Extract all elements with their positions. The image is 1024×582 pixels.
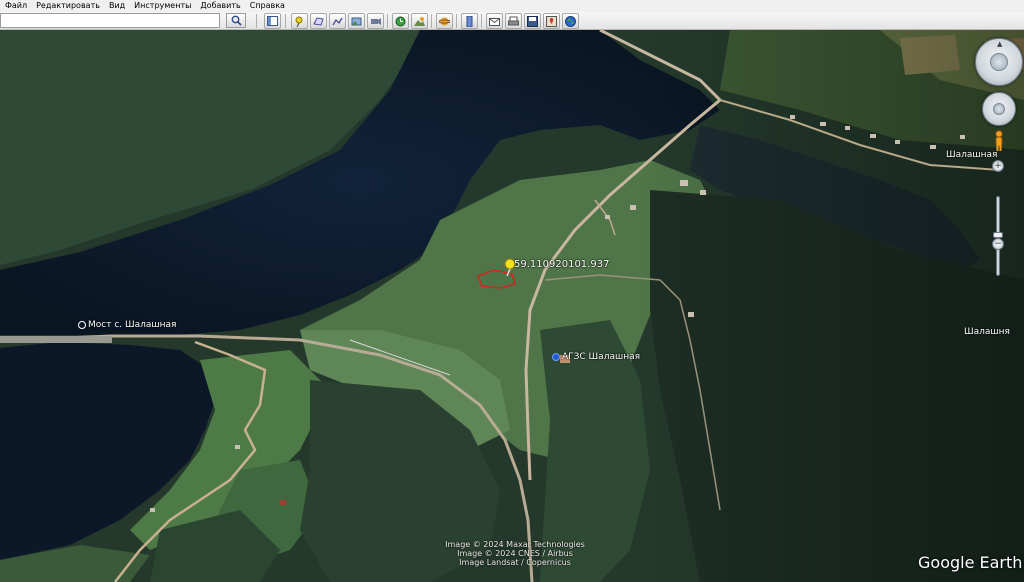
- polygon-icon: [313, 16, 324, 26]
- earth-icon: [565, 15, 576, 27]
- look-around-control[interactable]: ▲: [975, 38, 1023, 86]
- menu-bar: Файл Редактировать Вид Инструменты Добав…: [0, 0, 1024, 12]
- map-view[interactable]: Мост с. Шалашная Шалашная Шалашня АГЗС Ш…: [0, 30, 1024, 582]
- ruler-icon: [466, 15, 473, 27]
- toolbar-separator: [456, 14, 457, 28]
- toolbar: [0, 12, 1024, 30]
- save-image-icon: [527, 15, 538, 27]
- print-button[interactable]: [505, 13, 522, 29]
- menu-tools[interactable]: Инструменты: [134, 0, 191, 12]
- historical-imagery-button[interactable]: [392, 13, 409, 29]
- email-button[interactable]: [486, 13, 503, 29]
- add-path-button[interactable]: [329, 13, 346, 29]
- village-label-top[interactable]: Шалашная: [946, 150, 997, 160]
- clock-icon: [395, 16, 406, 26]
- fuel-station-label[interactable]: АГЗС Шалашная: [552, 352, 640, 362]
- move-control[interactable]: [982, 92, 1016, 126]
- toolbar-separator: [285, 14, 286, 28]
- overlay-icon: [351, 17, 362, 25]
- place-icon: [78, 320, 86, 329]
- toolbar-separator: [481, 14, 482, 28]
- village-label-right[interactable]: Шалашня: [964, 327, 1010, 337]
- sunlight-button[interactable]: [411, 13, 428, 29]
- tour-icon: [371, 17, 381, 25]
- add-placemark-button[interactable]: [291, 13, 308, 29]
- sidebar-toggle-button[interactable]: [264, 13, 281, 29]
- look-joystick[interactable]: [990, 53, 1008, 71]
- street-view-pegman-icon[interactable]: [992, 130, 1006, 152]
- place-icon: [552, 352, 560, 361]
- maps-icon: [546, 15, 557, 27]
- move-joystick[interactable]: [993, 103, 1005, 115]
- menu-edit[interactable]: Редактировать: [36, 0, 100, 12]
- search-icon: [231, 15, 242, 26]
- zoom-out-button[interactable]: −: [992, 238, 1004, 250]
- satellite-imagery[interactable]: [0, 30, 1024, 582]
- add-image-overlay-button[interactable]: [348, 13, 365, 29]
- menu-view[interactable]: Вид: [109, 0, 125, 12]
- switch-to-sky-button[interactable]: [436, 13, 453, 29]
- imagery-attribution: Image © 2024 Maxar Technologies Image © …: [445, 540, 585, 567]
- toolbar-separator: [431, 14, 432, 28]
- search-button[interactable]: [226, 13, 246, 28]
- sun-icon: [414, 16, 425, 26]
- menu-help[interactable]: Справка: [250, 0, 285, 12]
- save-image-button[interactable]: [524, 13, 541, 29]
- pushpin-icon: [295, 16, 303, 27]
- north-up-icon: ▲: [997, 40, 1003, 48]
- earth-button[interactable]: [562, 13, 579, 29]
- email-icon: [489, 17, 500, 26]
- add-polygon-button[interactable]: [310, 13, 327, 29]
- search-input[interactable]: [0, 13, 220, 28]
- view-in-maps-button[interactable]: [543, 13, 560, 29]
- menu-file[interactable]: Файл: [5, 0, 27, 12]
- path-icon: [332, 17, 343, 25]
- print-icon: [508, 16, 519, 25]
- sidebar-icon: [267, 16, 278, 26]
- toolbar-separator: [387, 14, 388, 28]
- record-tour-button[interactable]: [367, 13, 384, 29]
- ruler-button[interactable]: [461, 13, 478, 29]
- google-earth-logo: Google Earth: [918, 553, 1023, 572]
- zoom-in-button[interactable]: +: [992, 160, 1004, 172]
- toolbar-separator: [256, 14, 257, 28]
- menu-add[interactable]: Добавить: [200, 0, 240, 12]
- placemark-coordinates[interactable]: 59.110920101.937: [514, 259, 609, 270]
- bridge-label[interactable]: Мост с. Шалашная: [78, 320, 176, 330]
- planet-icon: [439, 17, 450, 25]
